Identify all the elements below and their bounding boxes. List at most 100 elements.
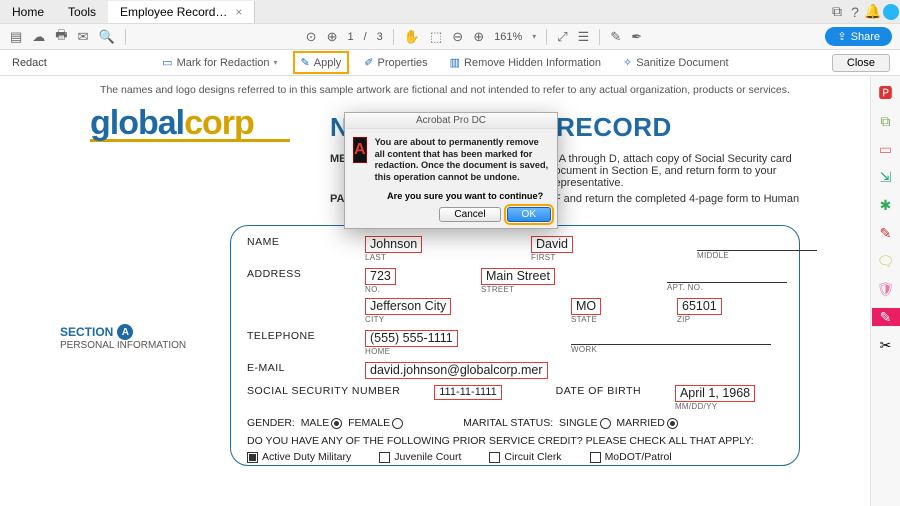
opt-circuit: Circuit Clerk xyxy=(504,451,561,463)
protect-icon[interactable]: 🛡 xyxy=(877,280,895,298)
combine-icon[interactable]: ⧉ xyxy=(877,112,895,130)
cap-first: FIRST xyxy=(531,253,691,262)
hand-tool-icon[interactable]: ✋ xyxy=(404,29,420,45)
field-last-name[interactable]: Johnson xyxy=(365,236,422,253)
create-pdf-icon[interactable]: 🅿 xyxy=(877,84,895,102)
redact-toolbar: Redact ▭Mark for Redaction ▾ ✎Apply ✐Pro… xyxy=(0,50,900,76)
properties-label: Properties xyxy=(378,57,428,69)
zoom-in-icon[interactable]: ⊕ xyxy=(473,29,484,45)
logo-part1: global xyxy=(90,104,184,142)
prev-page-icon[interactable]: ⊙ xyxy=(306,29,317,45)
check-circuit[interactable] xyxy=(489,452,500,463)
dialog-ok-button[interactable]: OK xyxy=(507,207,551,222)
apply-label: Apply xyxy=(314,57,342,69)
dialog-message: You are about to permanently remove all … xyxy=(375,137,549,183)
cap-state: STATE xyxy=(571,315,671,324)
share-label: Share xyxy=(851,31,880,43)
close-redact-button[interactable]: Close xyxy=(832,54,890,72)
redact-properties-button[interactable]: ✐Properties xyxy=(357,52,434,73)
field-dob[interactable]: April 1, 1968 xyxy=(675,385,755,402)
zoom-value[interactable]: 161% xyxy=(494,31,522,43)
field-apt[interactable] xyxy=(667,268,787,283)
logo-part2: corp xyxy=(184,104,254,142)
panel-icon[interactable]: ▤ xyxy=(10,29,22,45)
page-sep: / xyxy=(364,31,367,43)
mail-icon[interactable]: ✉ xyxy=(78,29,89,45)
cap-street: STREET xyxy=(481,285,661,294)
email-label: E-MAIL xyxy=(247,362,357,374)
next-page-icon[interactable]: ⊕ xyxy=(327,29,338,45)
page-current: 1 xyxy=(347,31,353,43)
print-icon[interactable]: 🖶 xyxy=(55,26,67,48)
field-home-phone[interactable]: (555) 555-1111 xyxy=(365,330,458,347)
field-email[interactable]: david.johnson@globalcorp.mer xyxy=(365,362,548,379)
redact-tool-icon[interactable]: ✎ xyxy=(872,308,900,326)
field-street[interactable]: Main Street xyxy=(481,268,555,285)
field-zip[interactable]: 65101 xyxy=(677,298,722,315)
radio-single[interactable] xyxy=(600,418,611,429)
cap-city: CITY xyxy=(365,315,565,324)
dialog-cancel-button[interactable]: Cancel xyxy=(439,207,500,222)
section-letter-badge: A xyxy=(117,324,133,340)
share-button[interactable]: ⇪ Share xyxy=(825,27,892,46)
cap-middle: MIDDLE xyxy=(697,251,817,260)
sanitize-label: Sanitize Document xyxy=(636,57,728,69)
mark-for-redaction-button[interactable]: ▭Mark for Redaction ▾ xyxy=(155,52,284,73)
hidden-icon: ▥ xyxy=(450,56,460,69)
comment-tool-icon[interactable]: 🗨 xyxy=(877,252,895,270)
tab-document[interactable]: Employee Record… × xyxy=(108,1,255,23)
apply-redaction-button[interactable]: ✎ Apply xyxy=(293,51,350,74)
tab-tools[interactable]: Tools xyxy=(56,1,108,23)
zoom-out-icon[interactable]: ⊖ xyxy=(452,29,463,45)
opt-juvenile: Juvenile Court xyxy=(394,451,461,463)
remove-hidden-button[interactable]: ▥Remove Hidden Information xyxy=(443,52,608,73)
sign-icon[interactable]: ✒ xyxy=(631,29,642,45)
select-tool-icon[interactable]: ⬚ xyxy=(430,29,442,45)
organize-icon[interactable]: ✱ xyxy=(877,196,895,214)
close-tab-icon[interactable]: × xyxy=(235,5,242,19)
tab-home[interactable]: Home xyxy=(0,1,56,23)
radio-male[interactable] xyxy=(331,418,342,429)
check-military[interactable] xyxy=(247,452,258,463)
name-label: NAME xyxy=(247,236,357,248)
send-sign-icon[interactable]: ✎ xyxy=(877,224,895,242)
field-middle-name[interactable] xyxy=(697,236,817,251)
cap-zip: ZIP xyxy=(677,315,817,324)
prior-service-question: DO YOU HAVE ANY OF THE FOLLOWING PRIOR S… xyxy=(247,435,783,447)
section-subtitle: PERSONAL INFORMATION xyxy=(60,340,186,351)
field-work-phone[interactable] xyxy=(571,330,771,345)
fit-icon[interactable]: ⤢ xyxy=(557,29,567,45)
more-tools-icon[interactable]: ✂ xyxy=(877,336,895,354)
comment-icon[interactable]: ✎ xyxy=(610,29,621,45)
female-label: FEMALE xyxy=(348,417,390,429)
read-mode-icon[interactable]: ☰ xyxy=(578,29,590,45)
apply-icon: ✎ xyxy=(301,56,310,69)
prior-service-options: Active Duty Military Juvenile Court Circ… xyxy=(247,451,783,463)
male-label: MALE xyxy=(301,417,330,429)
help-icon[interactable]: ? xyxy=(846,4,864,20)
activity-icon[interactable]: ⧉ xyxy=(828,3,846,20)
notifications-icon[interactable]: 🔔 xyxy=(864,3,882,20)
cap-no: NO. xyxy=(365,285,475,294)
field-state[interactable]: MO xyxy=(571,298,601,315)
field-ssn[interactable]: 111-11-1111 xyxy=(434,385,502,400)
sanitize-button[interactable]: ✧Sanitize Document xyxy=(616,52,736,73)
radio-female[interactable] xyxy=(392,418,403,429)
cap-dob: MM/DD/YY xyxy=(675,402,783,411)
field-street-no[interactable]: 723 xyxy=(365,268,396,285)
search-icon[interactable]: 🔍 xyxy=(98,29,114,45)
radio-married[interactable] xyxy=(667,418,678,429)
company-logo: globalcorp xyxy=(90,104,290,142)
field-first-name[interactable]: David xyxy=(531,236,573,253)
confirm-redaction-dialog: Acrobat Pro DC A You are about to perman… xyxy=(344,112,558,229)
account-avatar[interactable] xyxy=(882,4,900,20)
quick-toolbar: ▤ ☁ 🖶 ✉ 🔍 ⊙ ⊕ 1 / 3 ✋ ⬚ ⊖ ⊕ 161%▾ ⤢ ☰ ✎ … xyxy=(0,24,900,50)
cloud-icon[interactable]: ☁ xyxy=(32,29,45,45)
check-juvenile[interactable] xyxy=(379,452,390,463)
export-pdf-icon[interactable]: ⇲ xyxy=(877,168,895,186)
edit-pdf-icon[interactable]: ▭ xyxy=(877,140,895,158)
field-city[interactable]: Jefferson City xyxy=(365,298,451,315)
right-tool-rail: 🅿 ⧉ ▭ ⇲ ✱ ✎ 🗨 🛡 ✎ ✂ xyxy=(870,76,900,506)
check-modot[interactable] xyxy=(590,452,601,463)
marital-label: MARITAL STATUS: xyxy=(463,417,553,429)
